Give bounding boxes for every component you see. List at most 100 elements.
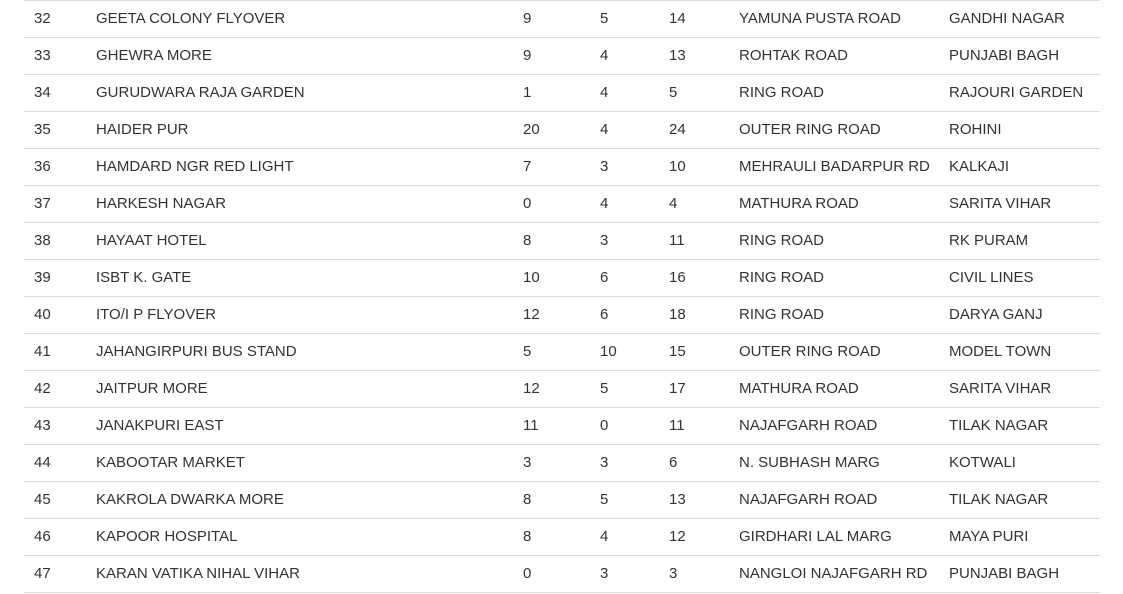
row-number: 47 <box>34 565 51 582</box>
area-name: CIVIL LINES <box>949 269 1034 286</box>
location-name: ITO/I P FLYOVER <box>96 306 217 323</box>
count-total: 13 <box>669 47 686 64</box>
area-name: RK PURAM <box>949 232 1029 249</box>
data-table: 32 GEETA COLONY FLYOVER 9 5 14 YAMUNA PU… <box>24 0 1100 593</box>
road-name: MATHURA ROAD <box>739 380 859 397</box>
area-name: SARITA VIHAR <box>949 195 1052 212</box>
count-a: 3 <box>523 454 532 471</box>
table-row: 41 JAHANGIRPURI BUS STAND 5 10 15 OUTER … <box>24 334 1100 371</box>
row-number: 32 <box>34 10 51 27</box>
road-name: OUTER RING ROAD <box>739 343 881 360</box>
count-b: 4 <box>600 121 609 138</box>
row-number: 36 <box>34 158 51 175</box>
row-number: 44 <box>34 454 51 471</box>
area-name: KOTWALI <box>949 454 1016 471</box>
area-name: PUNJABI BAGH <box>949 47 1060 64</box>
count-b: 6 <box>600 269 609 286</box>
table-row: 36 HAMDARD NGR RED LIGHT 7 3 10 MEHRAULI… <box>24 149 1100 186</box>
location-name: HAYAAT HOTEL <box>96 232 207 249</box>
road-name: MEHRAULI BADARPUR RD <box>739 158 930 175</box>
table-row: 45 KAKROLA DWARKA MORE 8 5 13 NAJAFGARH … <box>24 482 1100 519</box>
location-name: KAKROLA DWARKA MORE <box>96 491 284 508</box>
location-name: KARAN VATIKA NIHAL VIHAR <box>96 565 300 582</box>
table-row: 34 GURUDWARA RAJA GARDEN 1 4 5 RING ROAD… <box>24 75 1100 112</box>
location-name: GHEWRA MORE <box>96 47 212 64</box>
count-total: 11 <box>669 232 685 249</box>
table-row: 40 ITO/I P FLYOVER 12 6 18 RING ROAD DAR… <box>24 297 1100 334</box>
road-name: GIRDHARI LAL MARG <box>739 528 892 545</box>
road-name: NANGLOI NAJAFGARH RD <box>739 565 928 582</box>
count-a: 5 <box>523 343 532 360</box>
area-name: GANDHI NAGAR <box>949 10 1065 27</box>
count-total: 13 <box>669 491 686 508</box>
count-total: 18 <box>669 306 686 323</box>
count-a: 10 <box>523 269 540 286</box>
count-b: 5 <box>600 491 609 508</box>
count-a: 20 <box>523 121 540 138</box>
count-b: 3 <box>600 158 609 175</box>
count-a: 7 <box>523 158 532 175</box>
table-row: 39 ISBT K. GATE 10 6 16 RING ROAD CIVIL … <box>24 260 1100 297</box>
road-name: RING ROAD <box>739 306 825 323</box>
row-number: 43 <box>34 417 51 434</box>
row-number: 46 <box>34 528 51 545</box>
row-number: 40 <box>34 306 51 323</box>
count-a: 8 <box>523 491 532 508</box>
count-b: 4 <box>600 528 609 545</box>
area-name: TILAK NAGAR <box>949 417 1049 434</box>
road-name: N. SUBHASH MARG <box>739 454 880 471</box>
area-name: PUNJABI BAGH <box>949 565 1060 582</box>
count-a: 0 <box>523 195 532 212</box>
area-name: SARITA VIHAR <box>949 380 1052 397</box>
count-b: 4 <box>600 195 609 212</box>
count-total: 15 <box>669 343 686 360</box>
count-total: 14 <box>669 10 686 27</box>
table-row: 35 HAIDER PUR 20 4 24 OUTER RING ROAD RO… <box>24 112 1100 149</box>
count-b: 6 <box>600 306 609 323</box>
table-row: 32 GEETA COLONY FLYOVER 9 5 14 YAMUNA PU… <box>24 1 1100 38</box>
count-total: 4 <box>669 195 678 212</box>
count-total: 16 <box>669 269 686 286</box>
count-a: 0 <box>523 565 532 582</box>
location-name: GEETA COLONY FLYOVER <box>96 10 286 27</box>
count-total: 11 <box>669 417 685 434</box>
area-name: MAYA PURI <box>949 528 1029 545</box>
road-name: OUTER RING ROAD <box>739 121 881 138</box>
location-name: JAITPUR MORE <box>96 380 208 397</box>
area-name: TILAK NAGAR <box>949 491 1049 508</box>
table-body: 32 GEETA COLONY FLYOVER 9 5 14 YAMUNA PU… <box>24 1 1100 593</box>
table-row: 44 KABOOTAR MARKET 3 3 6 N. SUBHASH MARG… <box>24 445 1100 482</box>
road-name: RING ROAD <box>739 232 825 249</box>
count-b: 4 <box>600 84 609 101</box>
road-name: RING ROAD <box>739 84 825 101</box>
location-name: JAHANGIRPURI BUS STAND <box>96 343 297 360</box>
count-b: 3 <box>600 454 609 471</box>
table-row: 33 GHEWRA MORE 9 4 13 ROHTAK ROAD PUNJAB… <box>24 38 1100 75</box>
row-number: 33 <box>34 47 51 64</box>
row-number: 39 <box>34 269 51 286</box>
road-name: ROHTAK ROAD <box>739 47 848 64</box>
location-name: GURUDWARA RAJA GARDEN <box>96 84 305 101</box>
row-number: 38 <box>34 232 51 249</box>
table-row: 46 KAPOOR HOSPITAL 8 4 12 GIRDHARI LAL M… <box>24 519 1100 556</box>
count-b: 4 <box>600 47 609 64</box>
table-row: 38 HAYAAT HOTEL 8 3 11 RING ROAD RK PURA… <box>24 223 1100 260</box>
count-total: 10 <box>669 158 686 175</box>
location-name: KABOOTAR MARKET <box>96 454 245 471</box>
location-name: KAPOOR HOSPITAL <box>96 528 238 545</box>
row-number: 45 <box>34 491 51 508</box>
road-name: MATHURA ROAD <box>739 195 859 212</box>
location-name: HAMDARD NGR RED LIGHT <box>96 158 294 175</box>
area-name: RAJOURI GARDEN <box>949 84 1084 101</box>
count-a: 9 <box>523 10 532 27</box>
table-row: 47 KARAN VATIKA NIHAL VIHAR 0 3 3 NANGLO… <box>24 556 1100 593</box>
count-total: 6 <box>669 454 678 471</box>
area-name: ROHINI <box>949 121 1002 138</box>
count-total: 17 <box>669 380 686 397</box>
row-number: 37 <box>34 195 51 212</box>
road-name: RING ROAD <box>739 269 825 286</box>
count-total: 24 <box>669 121 686 138</box>
count-total: 12 <box>669 528 686 545</box>
row-number: 35 <box>34 121 51 138</box>
road-name: YAMUNA PUSTA ROAD <box>739 10 901 27</box>
